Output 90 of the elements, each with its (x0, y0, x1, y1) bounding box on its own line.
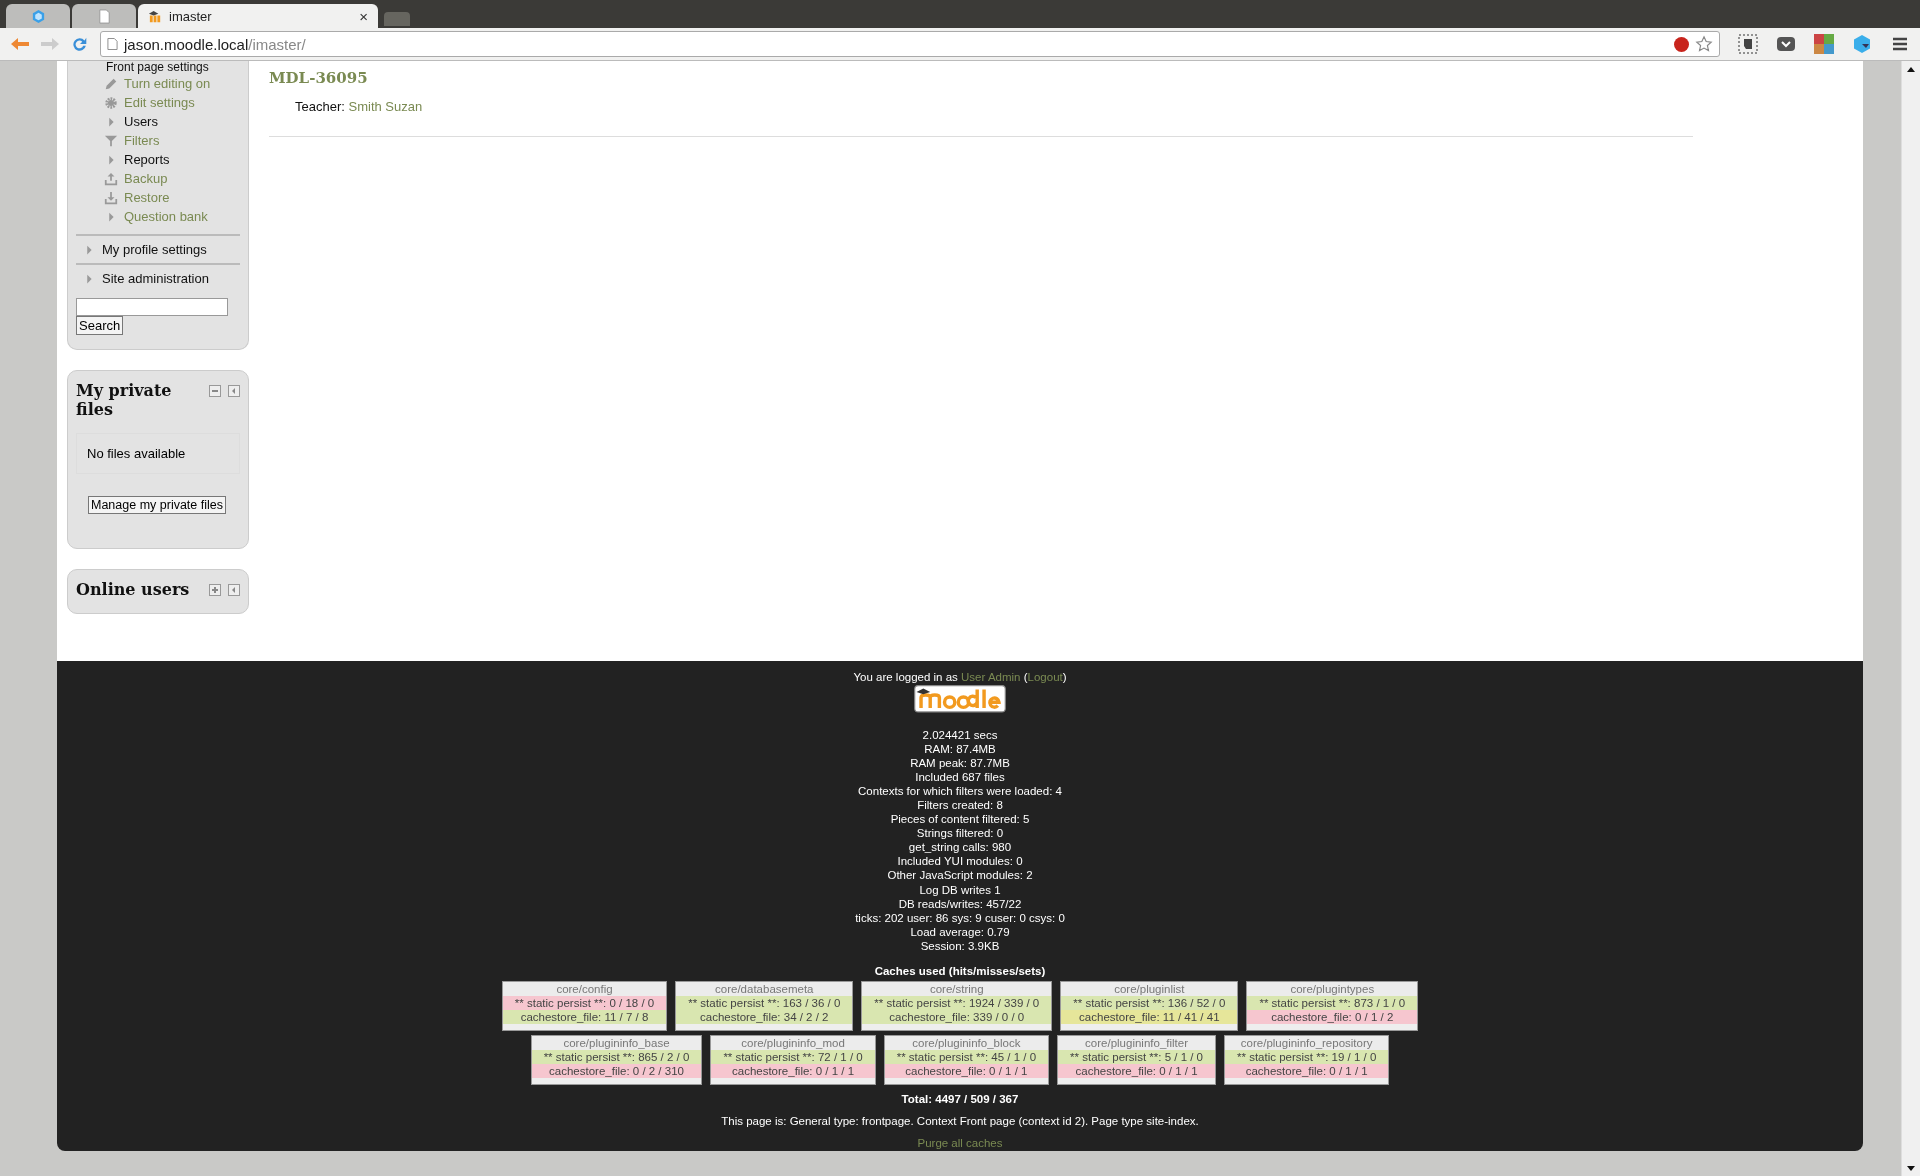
logo-icon[interactable] (911, 685, 1009, 713)
cache-stat: ** static persist **: 1924 / 339 / 0 (862, 996, 1052, 1010)
tab-title: imaster (169, 8, 213, 24)
login-text: You are logged in as (853, 671, 958, 683)
tiles-icon[interactable] (1814, 34, 1834, 54)
cache-stat: cachestore_file: 0 / 1 / 1 (1058, 1064, 1215, 1078)
cache-stat: cachestore_file: 11 / 7 / 8 (502, 1010, 667, 1024)
stat-line: ticks: 202 user: 86 sys: 9 cuser: 0 csys: 0 (855, 910, 1065, 925)
stat-line: Session: 3.9KB (920, 938, 1000, 953)
cache-stat: cachestore_file: 0 / 1 / 2 (1247, 1010, 1418, 1024)
cache-stat: ** static persist **: 5 / 1 / 0 (1058, 1050, 1215, 1064)
cache-stat: cachestore_file: 0 / 1 / 1 (884, 1064, 1049, 1078)
cache-stat: ** static persist **: 72 / 1 / 0 (711, 1050, 875, 1064)
page-icon (107, 37, 118, 51)
stat-line: Filters created: 8 (917, 797, 1003, 813)
block-heading[interactable]: Front page settings (76, 61, 240, 74)
gear-icon (104, 95, 118, 110)
address-bar[interactable]: jason.moodle.local/imaster/ (100, 31, 1720, 57)
hexagon-icon (30, 8, 46, 24)
scrollbar[interactable] (1901, 61, 1920, 1176)
stat-line: DB reads/writes: 457/22 (898, 896, 1022, 911)
pencil-icon (104, 76, 118, 91)
nav-item[interactable]: Restore (124, 190, 170, 205)
manage-files-button[interactable]: Manage my private files (88, 496, 226, 514)
nav-item[interactable]: Reports (124, 152, 170, 167)
dock-icon[interactable] (228, 584, 240, 596)
stat-line: Log DB writes 1 (919, 882, 1001, 897)
logout-link[interactable]: Logout (1027, 671, 1063, 683)
upload-tray-icon (104, 171, 118, 186)
stat-line: get_string calls: 980 (908, 840, 1012, 855)
nav-item[interactable]: Question bank (124, 209, 208, 224)
url-text: jason.moodle.local/imaster/ (124, 35, 307, 53)
browser-tab[interactable]: imaster × (138, 4, 378, 28)
chevron-icon[interactable] (1776, 34, 1796, 54)
nav-item[interactable]: Edit settings (124, 95, 195, 110)
search-field[interactable] (76, 298, 228, 316)
parenthesis: ( (1023, 671, 1028, 683)
cache-stat: cachestore_file: 0 / 1 / 1 (1225, 1064, 1389, 1078)
page-info-text: This page is: General type: frontpage. Context Front page (context id 2). Page type site-index. (721, 1115, 1199, 1127)
stat-line: Strings filtered: 0 (916, 826, 1004, 841)
cache-stat: cachestore_file: 339 / 0 / 0 (862, 1010, 1052, 1024)
dock-icon[interactable] (228, 385, 240, 397)
page-icon (96, 8, 112, 24)
minus-icon[interactable] (209, 385, 221, 397)
nav-item[interactable]: Filters (124, 133, 160, 148)
user-link[interactable]: User Admin (961, 671, 1021, 683)
stat-line: Included YUI modules: 0 (897, 854, 1023, 869)
download-tray-icon (104, 190, 118, 205)
cache-stat: cachestore_file: 0 / 2 / 310 (531, 1064, 702, 1078)
cache-stat: ** static persist **: 865 / 2 / 0 (531, 1050, 702, 1064)
browser-tab[interactable] (6, 4, 70, 28)
stat-line: RAM peak: 87.7MB (910, 755, 1010, 770)
cache-stat: ** static persist **: 873 / 1 / 0 (1247, 996, 1418, 1010)
browser-tab[interactable] (72, 4, 136, 28)
block-title: Online users (76, 580, 190, 599)
parenthesis: ) (1062, 671, 1067, 683)
cache-stat: ** static persist **: 0 / 18 / 0 (502, 996, 667, 1010)
total-text: Total: 4497 / 509 / 367 (901, 1093, 1019, 1105)
cache-stat: ** static persist **: 45 / 1 / 0 (884, 1050, 1049, 1064)
cache-stat: cachestore_file: 0 / 1 / 1 (711, 1064, 875, 1078)
stat-line: Pieces of content filtered: 5 (890, 812, 1030, 827)
stat-line: Load average: 0.79 (910, 924, 1010, 939)
nav-item[interactable]: Backup (124, 171, 168, 186)
cache-stat: ** static persist **: 136 / 52 / 0 (1061, 996, 1238, 1010)
cache-stat: ** static persist **: 163 / 36 / 0 (676, 996, 853, 1010)
back-icon[interactable] (10, 35, 30, 53)
stat-line: RAM: 87.4MB (924, 741, 996, 756)
plus-icon[interactable] (209, 584, 221, 596)
cache-stat: ** static persist **: 19 / 1 / 0 (1225, 1050, 1389, 1064)
stat-line: Other JavaScript modules: 2 (887, 868, 1033, 883)
teacher-link[interactable]: Smith Suzan (348, 99, 423, 114)
block-title: My private files (76, 381, 173, 419)
star-icon[interactable] (1695, 35, 1713, 53)
cache-stat: cachestore_file: 11 / 41 / 41 (1061, 1010, 1238, 1024)
nav-item[interactable]: Site administration (102, 271, 209, 286)
close-button[interactable]: × (359, 7, 368, 25)
cache-stat: cachestore_file: 34 / 2 / 2 (676, 1010, 853, 1024)
caches-heading: Caches used (hits/misses/sets) (874, 965, 1046, 977)
purge-link[interactable]: Purge all caches (917, 1137, 1003, 1149)
nav-item[interactable]: Turn editing on (124, 76, 211, 91)
search-button[interactable]: Search (76, 316, 124, 335)
stat-line: Contexts for which filters were loaded: 4 (858, 783, 1062, 798)
empty-message: No files available (76, 433, 240, 474)
course-title[interactable]: MDL-36095 (269, 69, 1693, 87)
stat-line: Included 687 files (915, 769, 1005, 784)
stat-line: 2.024421 secs (922, 727, 998, 742)
nav-item[interactable]: My profile settings (102, 242, 207, 257)
nav-item[interactable]: Users (124, 114, 158, 129)
funnel-icon (104, 133, 118, 148)
teacher-label: Teacher: (295, 99, 345, 114)
